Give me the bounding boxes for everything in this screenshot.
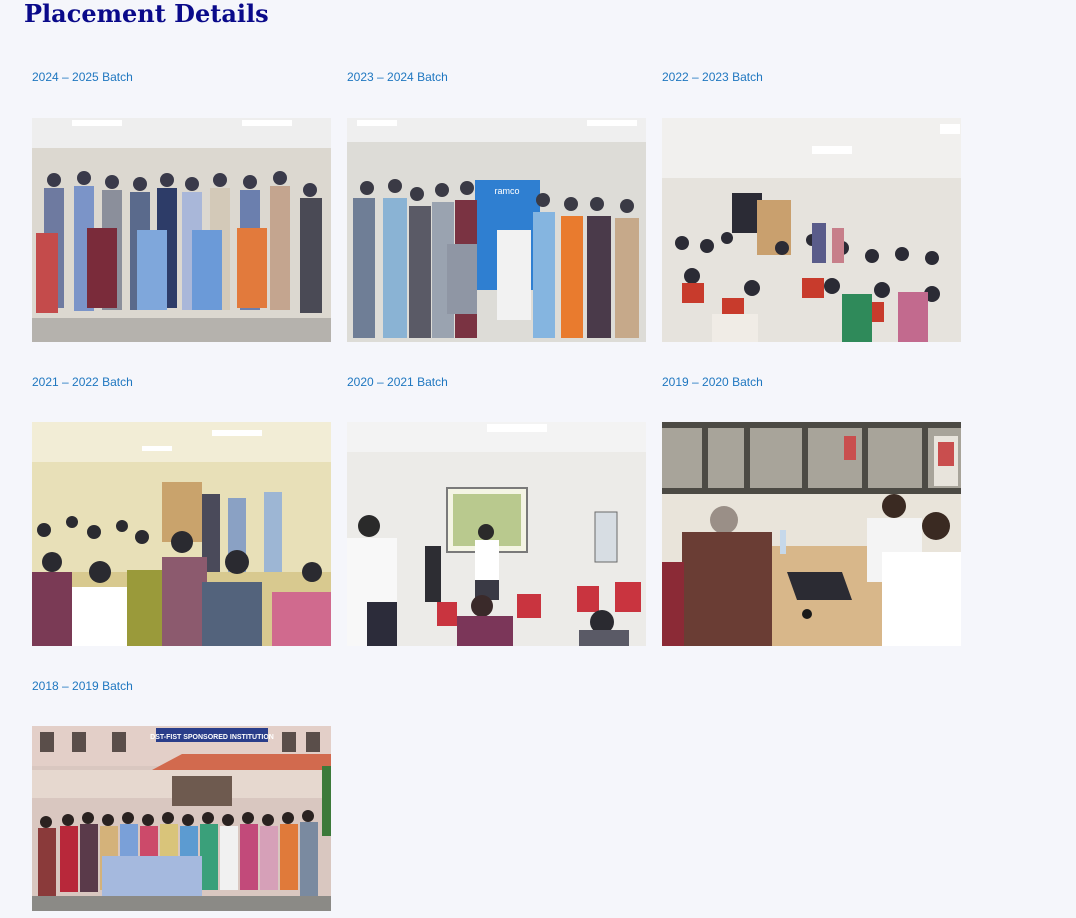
batch-card-2024-2025: 2024 – 2025 Batch bbox=[32, 70, 331, 342]
batch-card-2023-2024: 2023 – 2024 Batch ramco bbox=[347, 70, 646, 342]
batch-photo-2021-2022[interactable] bbox=[32, 422, 331, 646]
batch-link-2020-2021[interactable]: 2020 – 2021 Batch bbox=[347, 375, 646, 389]
institution-sign-text: DST-FIST SPONSORED INSTITUTION bbox=[150, 734, 274, 741]
batch-link-2018-2019[interactable]: 2018 – 2019 Batch bbox=[32, 679, 331, 693]
batch-photo-2019-2020[interactable] bbox=[662, 422, 961, 646]
batch-photo-2023-2024[interactable]: ramco bbox=[347, 118, 646, 342]
batch-card-2021-2022: 2021 – 2022 Batch bbox=[32, 375, 331, 646]
batch-link-2024-2025[interactable]: 2024 – 2025 Batch bbox=[32, 70, 331, 84]
batch-link-2022-2023[interactable]: 2022 – 2023 Batch bbox=[662, 70, 961, 84]
batch-card-2020-2021: 2020 – 2021 Batch bbox=[347, 375, 646, 646]
batch-card-2018-2019: 2018 – 2019 Batch DST-FIST SPONSORED INS… bbox=[32, 679, 331, 911]
batch-link-2023-2024[interactable]: 2023 – 2024 Batch bbox=[347, 70, 646, 84]
batch-photo-2018-2019[interactable]: DST-FIST SPONSORED INSTITUTION bbox=[32, 726, 331, 911]
batch-link-2021-2022[interactable]: 2021 – 2022 Batch bbox=[32, 375, 331, 389]
batch-card-2019-2020: 2019 – 2020 Batch bbox=[662, 375, 961, 646]
batch-photo-2022-2023[interactable] bbox=[662, 118, 961, 342]
batch-link-2019-2020[interactable]: 2019 – 2020 Batch bbox=[662, 375, 961, 389]
page: Placement Details 2024 – 2025 Batch 2023… bbox=[0, 0, 1076, 918]
ramco-banner-text: ramco bbox=[494, 186, 519, 196]
batch-card-2022-2023: 2022 – 2023 Batch bbox=[662, 70, 961, 342]
page-title: Placement Details bbox=[24, 0, 269, 28]
batch-photo-2020-2021[interactable] bbox=[347, 422, 646, 646]
batch-photo-2024-2025[interactable] bbox=[32, 118, 331, 342]
